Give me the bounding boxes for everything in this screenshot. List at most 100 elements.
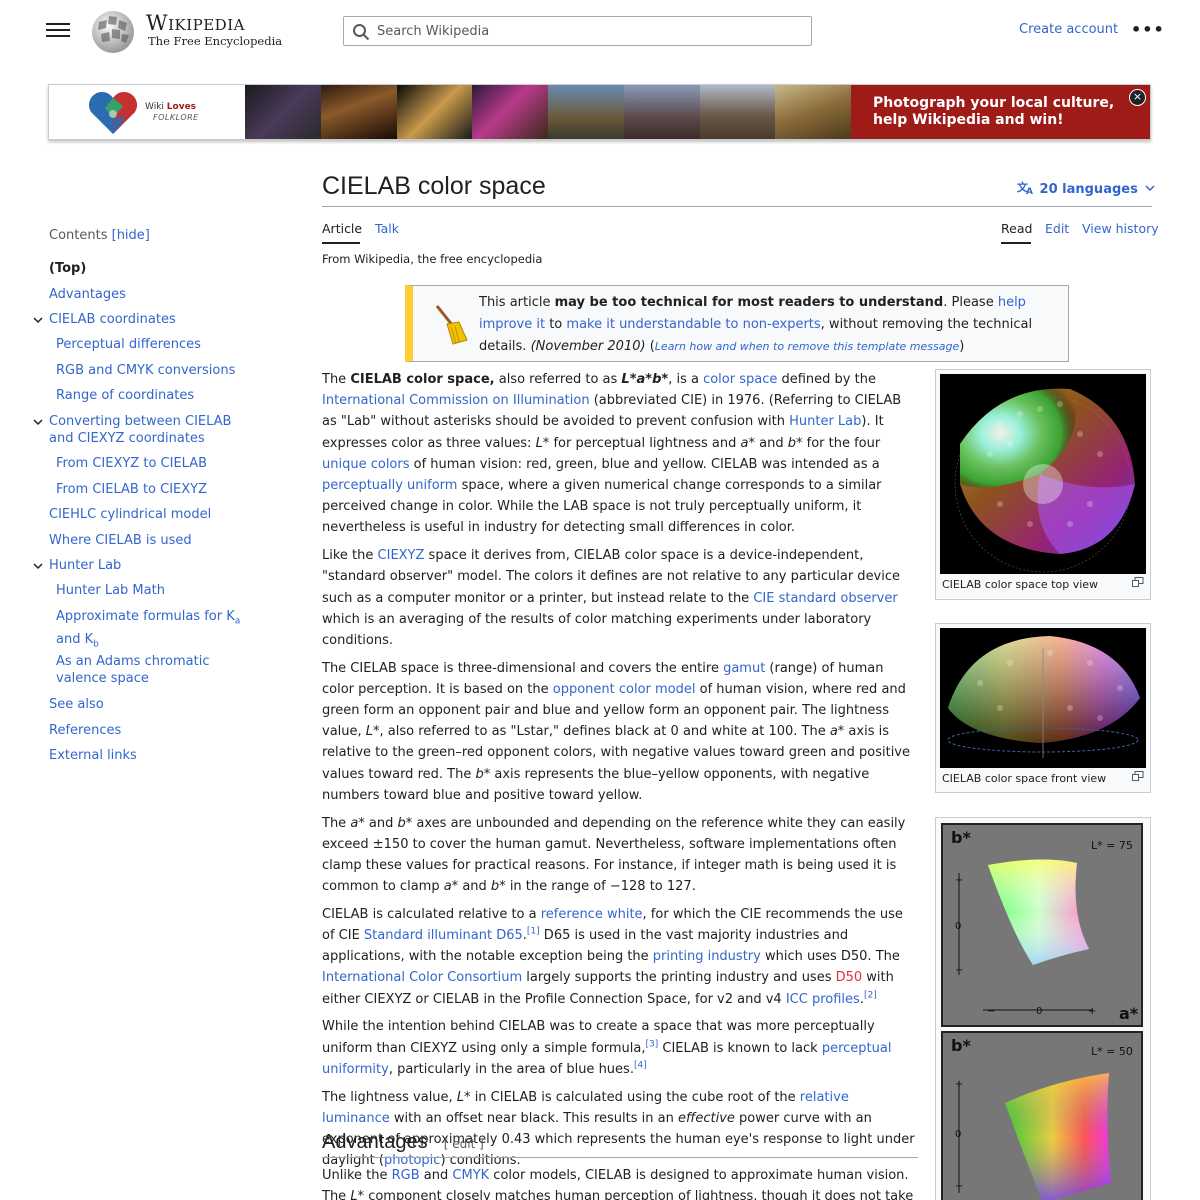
more-options-icon[interactable]: •••: [1131, 20, 1164, 40]
enlarge-icon[interactable]: [1132, 771, 1144, 781]
a-zero-label: 0: [1036, 1006, 1042, 1017]
main-menu-button[interactable]: [46, 20, 70, 42]
toc-hide-link[interactable]: [hide]: [112, 228, 150, 243]
toc-item-external-links[interactable]: External links: [49, 747, 137, 764]
make-understandable-link[interactable]: make it understandable to non-experts: [566, 317, 820, 332]
link-printing-industry[interactable]: printing industry: [653, 949, 761, 964]
toc-item-see-also[interactable]: See also: [49, 696, 104, 713]
link-hunter-lab[interactable]: Hunter Lab: [789, 414, 861, 429]
technical-notice-box: This article may be too technical for mo…: [405, 285, 1069, 362]
toc-item-lab-to-xyz[interactable]: From CIELAB to CIEXYZ: [56, 481, 207, 498]
paragraph-7: The lightness value, L* in CIELAB is cal…: [322, 1089, 915, 1169]
toc-item-references[interactable]: References: [49, 722, 121, 739]
language-button[interactable]: 文 A 20 languages: [1017, 180, 1155, 197]
tab-edit[interactable]: Edit: [1045, 221, 1069, 236]
svg-text:A: A: [1026, 187, 1033, 195]
link-cie[interactable]: International Commission on Illumination: [322, 393, 590, 408]
toc-item-converting[interactable]: Converting between CIELAB and CIEXYZ coor…: [49, 413, 231, 447]
learn-remove-template-link[interactable]: Learn how and when to remove this templa…: [655, 340, 959, 353]
banner-call-to-action[interactable]: Photograph your local culture, help Wiki…: [851, 85, 1150, 139]
a-plus-label: +: [1088, 1006, 1096, 1017]
b-plus-label: +: [955, 1079, 963, 1090]
toc-item-cielab-coordinates[interactable]: CIELAB coordinates: [49, 311, 176, 328]
heart-puzzle-icon: [88, 91, 138, 134]
link-icc-profiles[interactable]: ICC profiles: [786, 992, 860, 1007]
wordmark[interactable]: Wikipedia: [146, 11, 245, 35]
cielab-top-view-image[interactable]: [940, 374, 1146, 574]
banner-close-icon[interactable]: ×: [1129, 89, 1146, 106]
search-input[interactable]: [377, 17, 797, 45]
banner-logo-area: Wiki Loves FOLKLORE: [49, 85, 245, 139]
toc-item-rgb-cmyk[interactable]: RGB and CMYK conversions: [56, 362, 235, 379]
tagline: The Free Encyclopedia: [148, 34, 283, 48]
toc-item-xyz-to-lab[interactable]: From CIEXYZ to CIELAB: [56, 455, 207, 472]
link-d50[interactable]: D50: [836, 970, 863, 985]
b-minus-label: −: [955, 1181, 963, 1192]
link-gamut[interactable]: gamut: [723, 661, 765, 676]
link-ciexyz[interactable]: CIEXYZ: [378, 548, 425, 563]
link-perceptually-uniform[interactable]: perceptually uniform: [322, 478, 457, 493]
b-axis-label: b*: [951, 1036, 971, 1055]
tab-read-underline: [1001, 242, 1031, 244]
broom-icon: [435, 305, 468, 345]
enlarge-icon[interactable]: [1132, 577, 1144, 587]
advantages-edit-link[interactable]: [ edit ]: [444, 1137, 484, 1151]
paragraph-2: Like the CIEXYZ space it derives from, C…: [322, 548, 901, 648]
tab-talk[interactable]: Talk: [375, 221, 399, 236]
b-axis-label: b*: [951, 828, 971, 847]
link-unique-colors[interactable]: unique colors: [322, 457, 410, 472]
link-rgb[interactable]: RGB: [392, 1168, 420, 1183]
link-icc[interactable]: International Color Consortium: [322, 970, 522, 985]
search-box[interactable]: [343, 16, 812, 46]
top-view-caption: CIELAB color space top view: [942, 578, 1099, 591]
toc-item-where-used[interactable]: Where CIELAB is used: [49, 532, 192, 549]
link-cmyk[interactable]: CMYK: [452, 1168, 489, 1183]
link-standard-illuminant-d65[interactable]: Standard illuminant D65: [364, 928, 523, 943]
toc-item-top[interactable]: (Top): [49, 260, 86, 277]
lstar-75-panel[interactable]: b* a* L* = 75 + 0 − − 0 +: [941, 823, 1143, 1027]
advantages-paragraph: Unlike the RGB and CMYK color models, CI…: [322, 1168, 914, 1200]
link-color-space[interactable]: color space: [703, 372, 777, 387]
toc-item-range-of-coordinates[interactable]: Range of coordinates: [56, 387, 194, 404]
lstar-50-panel[interactable]: b* L* = 50 + 0 −: [941, 1031, 1143, 1200]
toc-item-perceptual-differences[interactable]: Perceptual differences: [56, 336, 201, 353]
chevron-down-icon[interactable]: [32, 416, 44, 428]
chevron-down-icon[interactable]: [32, 314, 44, 326]
page-title: CIELAB color space: [322, 172, 546, 200]
translate-icon: 文 A: [1017, 180, 1033, 197]
toc-item-ciehlc[interactable]: CIEHLC cylindrical model: [49, 506, 211, 523]
wikipedia-globe-logo[interactable]: [89, 8, 137, 54]
campaign-banner[interactable]: Wiki Loves FOLKLORE Photograph your loca…: [48, 84, 1151, 140]
toc-item-approximate-formulas[interactable]: Approximate formulas for Ka and Kb: [56, 608, 240, 653]
toc-item-hunter-lab-math[interactable]: Hunter Lab Math: [56, 582, 165, 599]
cielab-front-view-image[interactable]: [940, 628, 1146, 768]
toc-heading: Contents [hide]: [49, 228, 150, 243]
tab-read[interactable]: Read: [1001, 221, 1032, 236]
b-zero-label: 0: [955, 1129, 961, 1140]
toc-item-advantages[interactable]: Advantages: [49, 286, 126, 303]
toc-item-adams-chromatic[interactable]: As an Adams chromatic valence space: [56, 653, 209, 687]
citation-3[interactable]: [3]: [646, 1039, 659, 1049]
b-plus-label: +: [955, 875, 963, 886]
advantages-title: Advantages: [322, 1131, 428, 1153]
paragraph-3: The CIELAB space is three-dimensional an…: [322, 660, 910, 803]
chevron-down-icon: [1145, 185, 1155, 192]
lstar-value-label: L* = 75: [1091, 839, 1133, 852]
tab-view-history[interactable]: View history: [1082, 221, 1159, 236]
tab-article[interactable]: Article: [322, 221, 362, 236]
a-minus-label: −: [987, 1006, 995, 1017]
a-axis-label: a*: [1119, 1004, 1139, 1023]
citation-2[interactable]: [2]: [864, 990, 877, 1000]
paragraph-4: The a* and b* axes are unbounded and dep…: [322, 815, 906, 895]
paragraph-5: CIELAB is calculated relative to a refer…: [322, 906, 903, 1007]
toc-item-hunter-lab[interactable]: Hunter Lab: [49, 557, 121, 574]
citation-1[interactable]: [1]: [527, 927, 540, 937]
b-zero-label: 0: [955, 921, 961, 932]
citation-4[interactable]: [4]: [634, 1060, 647, 1070]
search-icon: [353, 24, 370, 41]
create-account-link[interactable]: Create account: [1019, 22, 1118, 37]
chevron-down-icon[interactable]: [32, 560, 44, 572]
link-cie-standard-observer[interactable]: CIE standard observer: [753, 591, 897, 606]
link-reference-white[interactable]: reference white: [541, 907, 643, 922]
link-opponent-color-model[interactable]: opponent color model: [553, 682, 696, 697]
